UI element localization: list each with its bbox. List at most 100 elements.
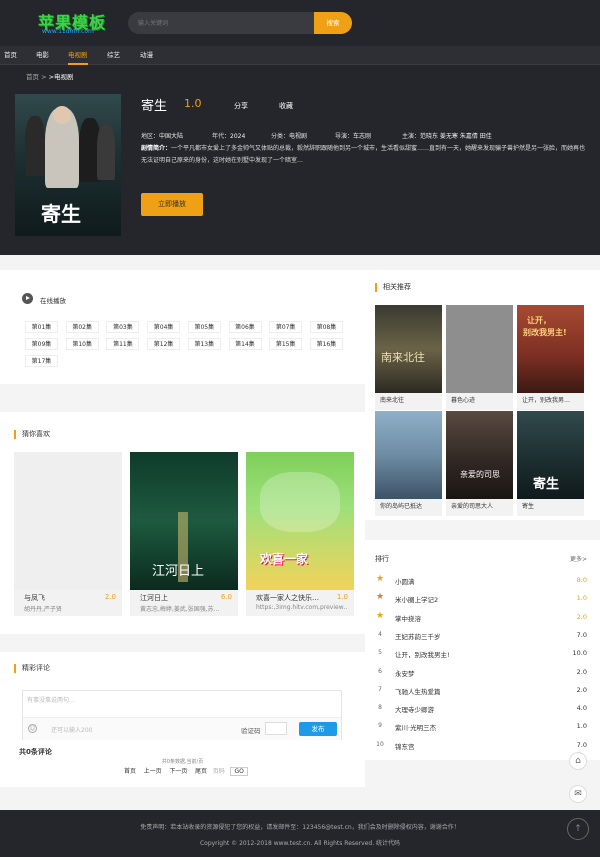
- guess-card[interactable]: 江河日上 江河日上 6.0 黄志忠,梅婷,姜武,张国强,苏…: [130, 452, 238, 616]
- rank-name[interactable]: 掌中挠溶: [395, 613, 421, 623]
- poster-title: 寄生: [41, 202, 81, 226]
- rank-name[interactable]: 王妃苏韵三千岁: [395, 631, 441, 641]
- rank-name[interactable]: 锦东宫: [395, 741, 415, 751]
- rank-score: 1.0: [576, 594, 587, 603]
- episode-button[interactable]: 第14集: [228, 338, 262, 350]
- rank-score: 2.0: [576, 667, 587, 676]
- related-card[interactable]: 你的岛屿已抵达: [375, 411, 442, 516]
- guess-card[interactable]: 与凤飞 2.0 胡丹丹,严子贤: [14, 452, 122, 616]
- search-button[interactable]: 搜索: [314, 12, 352, 34]
- pager-next[interactable]: 下一页: [169, 768, 187, 775]
- episode-button[interactable]: 第16集: [309, 338, 343, 350]
- guess-actors: 黄志忠,梅婷,姜武,张国强,苏…: [140, 606, 220, 613]
- comment-limit: 还可以输入200: [51, 727, 93, 734]
- rank-number: 9: [378, 722, 382, 730]
- emoji-icon[interactable]: ☺: [28, 724, 37, 733]
- related-name: 你的岛屿已抵达: [380, 503, 423, 510]
- ranking-item[interactable]: ★ 小圆满 8.0: [375, 573, 587, 589]
- episode-button[interactable]: 第12集: [147, 338, 181, 350]
- episode-button[interactable]: 第07集: [269, 321, 303, 333]
- related-card[interactable]: 暮色心迹: [446, 305, 513, 410]
- service-icon[interactable]: ⌂: [569, 752, 587, 770]
- related-name: 寄生: [522, 503, 535, 510]
- nav-tv[interactable]: 电视剧: [68, 46, 88, 65]
- nav-home[interactable]: 首页: [4, 46, 17, 65]
- play-now-button[interactable]: 立即播放: [141, 193, 203, 216]
- rank-score: 2.0: [576, 612, 587, 621]
- episode-button[interactable]: 第01集: [25, 321, 58, 333]
- comment-textarea[interactable]: 有事没事说两句…: [27, 695, 75, 704]
- captcha-input[interactable]: [265, 722, 287, 735]
- guess-card[interactable]: 欢喜一家 欢喜一家人之快乐… 1.0 https:,3img.hitv.com,…: [246, 452, 354, 616]
- ranking-item[interactable]: 10 锦东宫 7.0: [375, 738, 587, 754]
- share-button[interactable]: 分享: [234, 101, 248, 111]
- related-title: 相关推荐: [375, 283, 411, 292]
- ranking-item[interactable]: 4 王妃苏韵三千岁 7.0: [375, 628, 587, 644]
- site-header: 苹果模板 www.11dmh.com 搜索: [0, 0, 600, 46]
- breadcrumb-home[interactable]: 首页: [26, 73, 39, 81]
- ranking-item[interactable]: 9 紫川·光明三杰 1.0: [375, 719, 587, 735]
- related-name: 南来北往: [380, 397, 405, 404]
- related-card[interactable]: 让开， 别改我男主! 让开，别改我男…: [517, 305, 584, 410]
- episode-button[interactable]: 第11集: [106, 338, 140, 350]
- episode-button[interactable]: 第06集: [228, 321, 262, 333]
- episode-button[interactable]: 第03集: [106, 321, 140, 333]
- related-name: 暮色心迹: [451, 397, 476, 404]
- play-circle-icon: [22, 293, 33, 304]
- pager-first[interactable]: 首页: [124, 768, 136, 775]
- guess-actors: 胡丹丹,严子贤: [24, 606, 62, 613]
- episode-button[interactable]: 第10集: [65, 338, 99, 350]
- guess-title: 猜你喜欢: [14, 430, 50, 439]
- related-card[interactable]: 寄生 寄生: [517, 411, 584, 516]
- episode-button[interactable]: 第08集: [309, 321, 343, 333]
- guess-poster: 江河日上: [130, 452, 238, 590]
- ranking-item[interactable]: 7 飞驰人生热爱篇 2.0: [375, 683, 587, 699]
- rank-name[interactable]: 飞驰人生热爱篇: [395, 686, 441, 696]
- breadcrumb-current[interactable]: >电视剧: [49, 73, 74, 81]
- detail-score: 1.0: [184, 97, 202, 110]
- meta-cast: 主演：范晓东 姜无寒 朱嘉倩 田佳: [402, 133, 492, 140]
- nav-movie[interactable]: 电影: [36, 46, 49, 65]
- rank-name[interactable]: 让开，别改我男主!: [395, 649, 450, 659]
- episode-button[interactable]: 第04集: [147, 321, 181, 333]
- related-name: 亲爱的司思大人: [451, 503, 494, 510]
- episode-button[interactable]: 第02集: [65, 321, 99, 333]
- back-to-top-icon[interactable]: ↑: [567, 818, 589, 840]
- rank-number: 4: [378, 630, 382, 638]
- rank-name[interactable]: 小圆满: [395, 576, 415, 586]
- ranking-item[interactable]: 5 让开，别改我男主! 10.0: [375, 646, 587, 662]
- ranking-item[interactable]: 8 大理寺少卿游 4.0: [375, 701, 587, 717]
- rank-name[interactable]: 永安梦: [395, 668, 415, 678]
- episode-button[interactable]: 第13集: [187, 338, 221, 350]
- message-icon[interactable]: ✉: [569, 785, 587, 803]
- pager-go-button[interactable]: GO: [230, 767, 248, 776]
- search-input[interactable]: [128, 12, 318, 34]
- ranking-item[interactable]: ★ 米小圈上学记2 1.0: [375, 591, 587, 607]
- submit-comment-button[interactable]: 发布: [299, 722, 337, 736]
- ranking-item[interactable]: ★ 掌中挠溶 2.0: [375, 610, 587, 626]
- pager: 首页 上一页 下一页 尾页 页码 GO: [124, 766, 248, 776]
- nav-anime[interactable]: 动漫: [140, 46, 153, 65]
- episode-button[interactable]: 第17集: [25, 355, 58, 367]
- site-logo[interactable]: 苹果模板 www.11dmh.com: [38, 9, 108, 37]
- favorite-button[interactable]: 收藏: [279, 101, 293, 111]
- comment-toolbar: ☺ 还可以输入200 验证码 发布: [23, 717, 341, 740]
- rank-name[interactable]: 大理寺少卿游: [395, 704, 434, 714]
- ranking-item[interactable]: 6 永安梦 2.0: [375, 665, 587, 681]
- rank-name[interactable]: 米小圈上学记2: [395, 594, 438, 604]
- nav-variety[interactable]: 综艺: [107, 46, 120, 65]
- pager-prev[interactable]: 上一页: [144, 768, 162, 775]
- rank-score: 4.0: [576, 704, 587, 713]
- rank-name[interactable]: 紫川·光明三杰: [395, 722, 436, 732]
- related-card[interactable]: 南来北往 南来北往: [375, 305, 442, 410]
- episode-button[interactable]: 第15集: [269, 338, 303, 350]
- related-card[interactable]: 亲爱的司思 亲爱的司思大人: [446, 411, 513, 516]
- episode-button[interactable]: 第09集: [25, 338, 58, 350]
- page-input[interactable]: 页码: [213, 768, 225, 775]
- episode-button[interactable]: 第05集: [187, 321, 221, 333]
- footer-disclaimer: 免责声明：若本站收录的资源侵犯了您的权益，请发邮件至：123456@test.c…: [140, 824, 460, 831]
- meta-region: 地区：中国大陆: [141, 133, 184, 140]
- ranking-more-link[interactable]: 更多>: [570, 554, 587, 563]
- guess-poster: 欢喜一家: [246, 452, 354, 590]
- pager-last[interactable]: 尾页: [195, 768, 207, 775]
